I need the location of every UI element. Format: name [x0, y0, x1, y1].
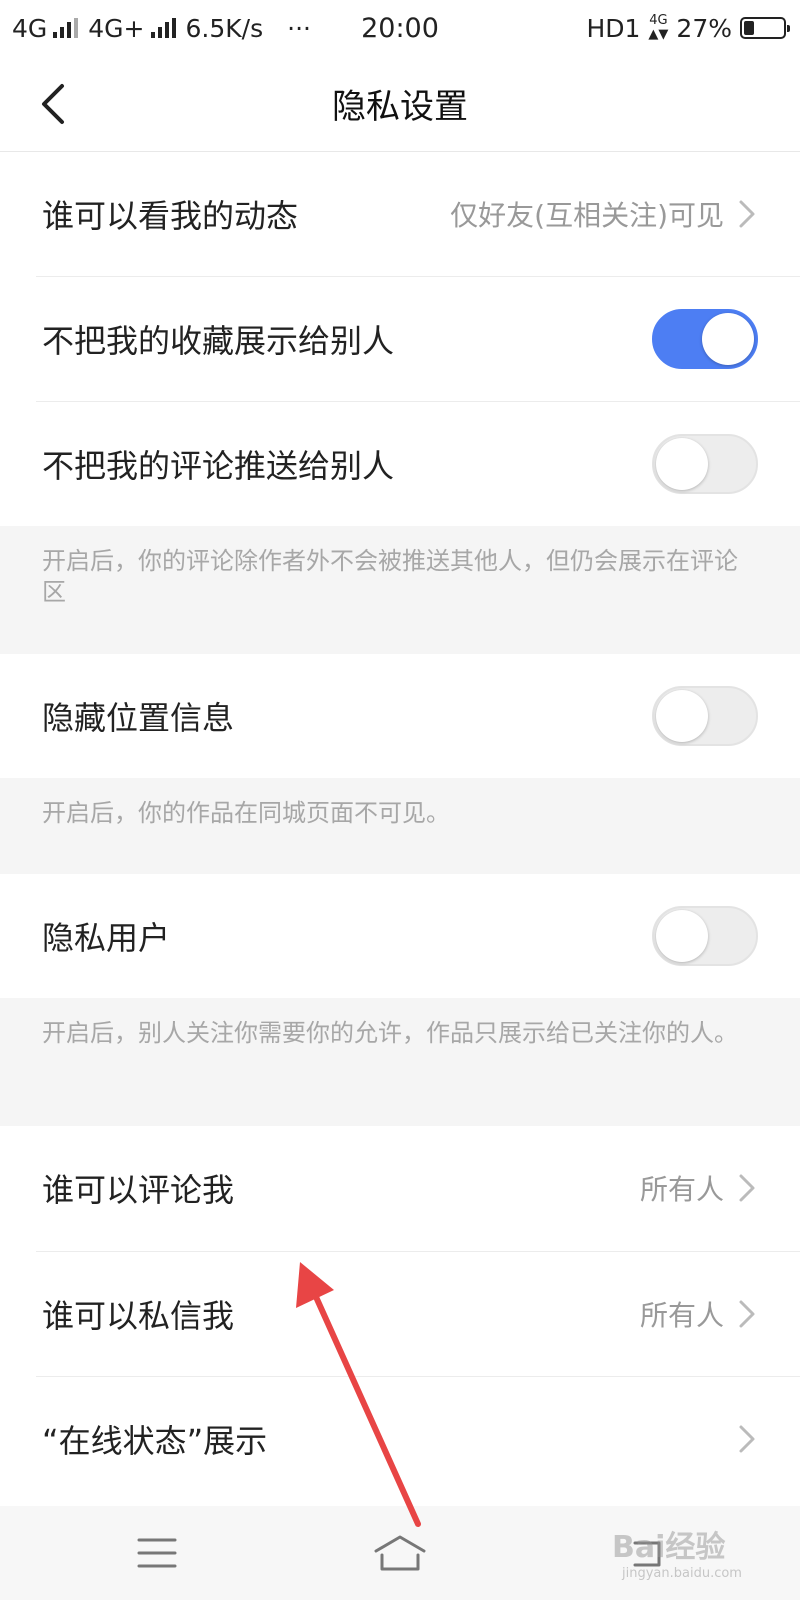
toggle-knob	[656, 910, 708, 962]
toggle-knob	[656, 438, 708, 490]
back-nav-button[interactable]	[612, 1518, 682, 1588]
hide-location-toggle[interactable]	[652, 686, 758, 746]
chevron-right-icon	[738, 1423, 758, 1455]
menu-button[interactable]	[122, 1518, 192, 1588]
row-label: 谁可以看我的动态	[42, 197, 299, 235]
menu-icon	[137, 1538, 177, 1568]
row-label: “在线状态”展示	[42, 1422, 268, 1460]
chevron-left-icon	[42, 84, 64, 124]
row-label: 谁可以评论我	[42, 1171, 235, 1209]
hide-favorites-toggle[interactable]	[652, 309, 758, 369]
row-no-push-comments: 不把我的评论推送给别人	[0, 402, 800, 526]
hd-label: HD1	[586, 13, 641, 43]
network-mini-label: 4G	[649, 13, 668, 28]
row-hide-favorites: 不把我的收藏展示给别人	[0, 277, 800, 401]
row-value: 所有人	[639, 1173, 724, 1206]
note-private-user: 开启后，别人关注你需要你的允许，作品只展示给已关注你的人。	[0, 998, 800, 1126]
home-button[interactable]	[365, 1518, 435, 1588]
chevron-right-icon	[738, 198, 758, 230]
system-nav-bar	[0, 1506, 800, 1600]
row-online-status[interactable]: “在线状态”展示	[0, 1377, 800, 1501]
row-hide-location: 隐藏位置信息	[0, 654, 800, 778]
row-label: 隐藏位置信息	[42, 699, 235, 737]
back-button[interactable]	[22, 74, 82, 134]
back-nav-icon	[633, 1541, 661, 1567]
carrier1-label: 4G	[12, 13, 48, 43]
signal-bars-icon	[150, 18, 176, 38]
row-label: 不把我的评论推送给别人	[42, 447, 395, 485]
more-dots: ···	[287, 13, 311, 43]
signal-bars-icon	[53, 18, 79, 38]
note-location: 开启后，你的作品在同城页面不可见。	[0, 778, 800, 874]
network-speed: 6.5K/s	[185, 13, 264, 43]
battery-icon	[740, 17, 790, 39]
sim1-signal: 4G	[12, 13, 79, 43]
note-comments: 开启后，你的评论除作者外不会被推送其他人，但仍会展示在评论区	[0, 526, 800, 654]
sim2-signal: 4G+	[88, 13, 176, 43]
status-right: HD1 4G ▲▼ 27%	[586, 0, 790, 56]
row-label: 隐私用户	[42, 919, 171, 957]
row-who-can-message[interactable]: 谁可以私信我 所有人	[0, 1252, 800, 1376]
no-push-comments-toggle[interactable]	[652, 434, 758, 494]
battery-fill	[744, 21, 755, 35]
row-value: 仅好友(互相关注)可见	[450, 199, 724, 232]
row-who-can-comment[interactable]: 谁可以评论我 所有人	[0, 1126, 800, 1250]
row-value: 所有人	[639, 1299, 724, 1332]
status-left: 4G 4G+ 6.5K/s ···	[12, 14, 311, 43]
row-label: 不把我的收藏展示给别人	[42, 322, 395, 360]
row-private-user: 隐私用户	[0, 874, 800, 998]
battery-percent: 27%	[676, 13, 732, 43]
carrier2-label: 4G+	[88, 13, 145, 43]
chevron-right-icon	[738, 1298, 758, 1330]
page-title: 隐私设置	[332, 87, 468, 127]
page-header: 隐私设置	[0, 56, 800, 152]
network-mini-icon: 4G ▲▼	[648, 13, 669, 42]
private-user-toggle[interactable]	[652, 906, 758, 966]
row-label: 谁可以私信我	[42, 1297, 235, 1335]
row-who-can-see-posts[interactable]: 谁可以看我的动态 仅好友(互相关注)可见	[0, 152, 800, 276]
chevron-right-icon	[738, 1172, 758, 1204]
home-icon	[374, 1535, 426, 1571]
toggle-knob	[656, 690, 708, 742]
toggle-knob	[702, 313, 754, 365]
